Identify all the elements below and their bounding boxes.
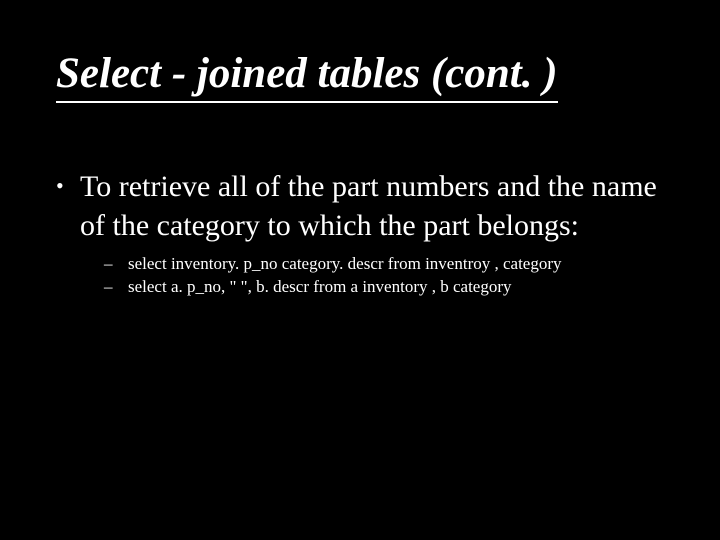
- bullet-level1: • To retrieve all of the part numbers an…: [56, 167, 664, 245]
- slide: Select - joined tables (cont. ) • To ret…: [0, 0, 720, 540]
- bullet-level2-text: select inventory. p_no category. descr f…: [128, 253, 664, 276]
- bullet-level2: – select inventory. p_no category. descr…: [104, 253, 664, 276]
- bullet-dash-icon: –: [104, 276, 128, 299]
- bullet-level2-text: select a. p_no, " ", b. descr from a inv…: [128, 276, 664, 299]
- sub-bullet-list: – select inventory. p_no category. descr…: [56, 253, 664, 299]
- bullet-dash-icon: –: [104, 253, 128, 276]
- bullet-dot-icon: •: [56, 167, 80, 205]
- bullet-level2: – select a. p_no, " ", b. descr from a i…: [104, 276, 664, 299]
- slide-title: Select - joined tables (cont. ): [56, 50, 558, 103]
- bullet-level1-text: To retrieve all of the part numbers and …: [80, 167, 664, 245]
